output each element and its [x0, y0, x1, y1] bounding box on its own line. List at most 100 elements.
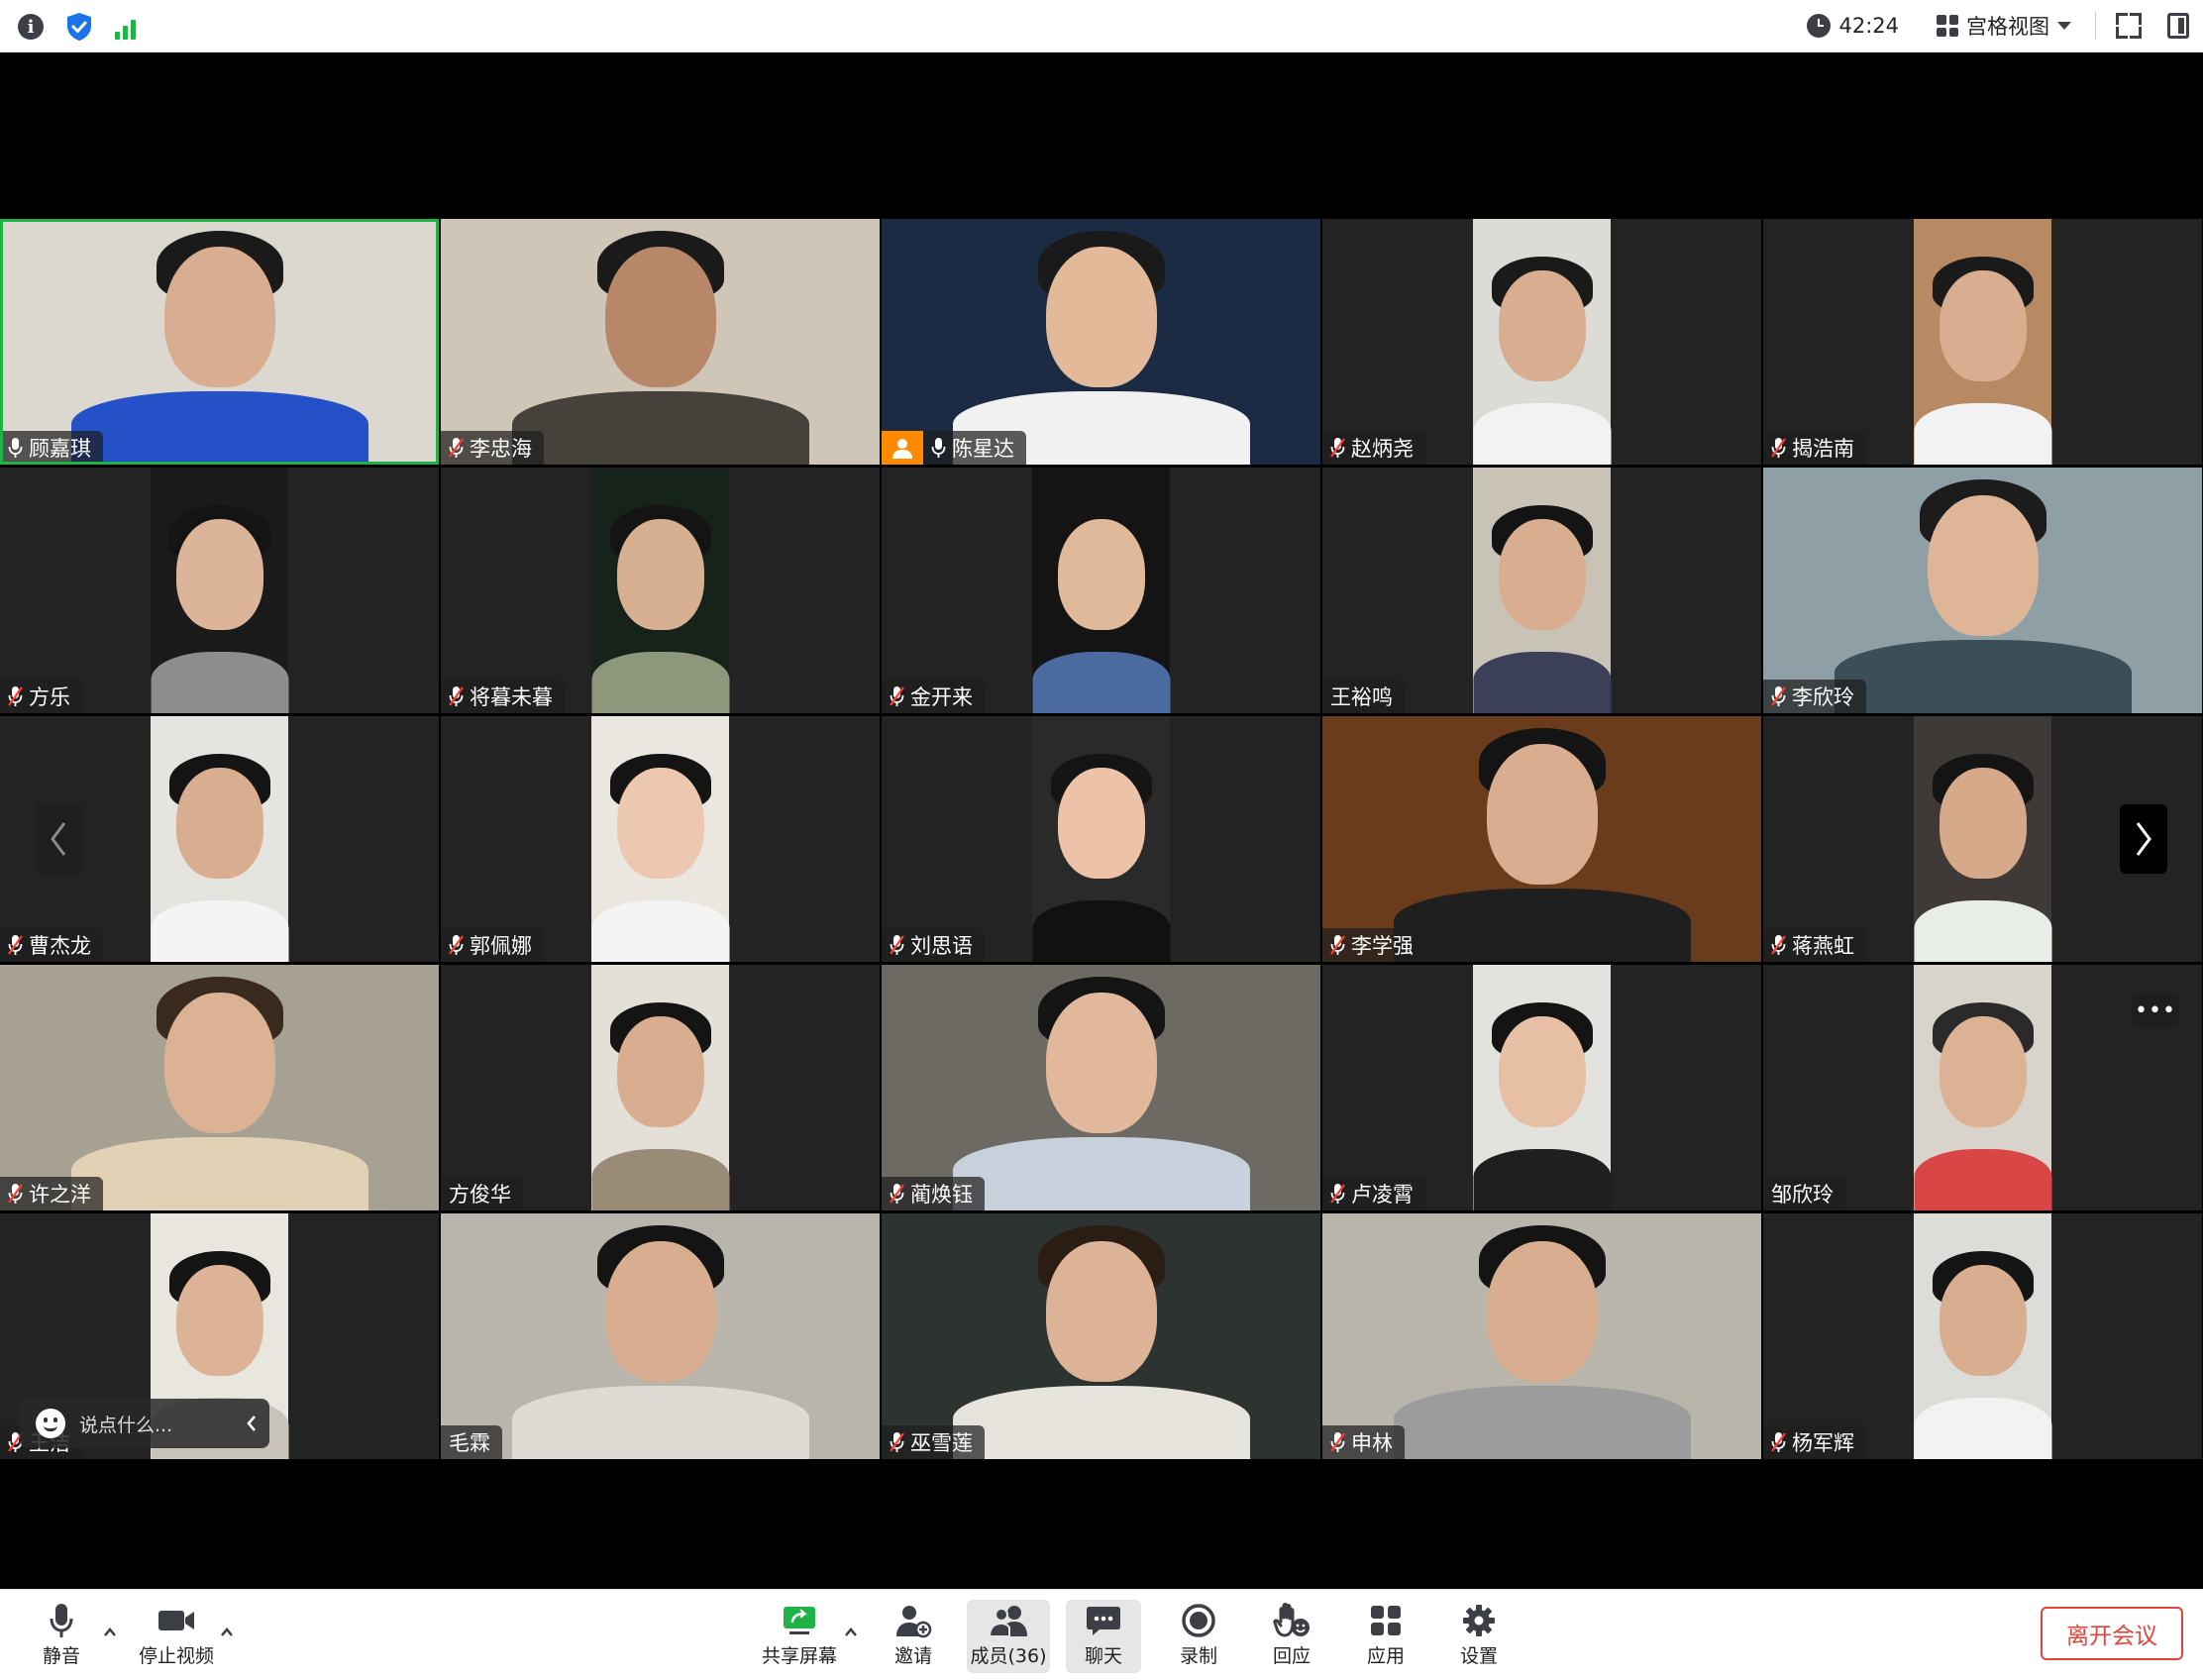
video-grid: 顾嘉琪 李忠海 陈星达 赵炳尧 揭浩南 方乐 将暮未暮 金开来 王裕鸣 李欣玲 曹杰龙 郭佩娜 刘思语 李…: [0, 219, 2203, 1460]
invite-button[interactable]: 邀请: [884, 1600, 943, 1673]
quick-chat-bar[interactable]: 说点什么...: [20, 1399, 269, 1448]
members-button[interactable]: 成员(36): [967, 1600, 1050, 1673]
participant-tile[interactable]: 陈星达: [882, 219, 1320, 465]
security-shield-icon[interactable]: [65, 12, 93, 42]
mic-muted-icon: [449, 685, 464, 707]
participant-face: [1498, 270, 1586, 381]
participant-tile[interactable]: 金开来: [882, 468, 1320, 713]
participant-tile[interactable]: 许之洋: [0, 965, 439, 1210]
participant-video: [882, 219, 1320, 465]
leave-meeting-button[interactable]: 离开会议: [2041, 1607, 2183, 1660]
participant-face: [616, 519, 704, 630]
participant-video: [1914, 965, 2051, 1210]
participant-tile[interactable]: 李忠海: [441, 219, 880, 465]
participant-tile[interactable]: 顾嘉琪: [0, 219, 439, 465]
reactions-button[interactable]: 回应: [1266, 1600, 1317, 1673]
mute-button[interactable]: 静音: [34, 1600, 89, 1673]
participant-name-tag: 杨军辉: [1763, 1425, 1866, 1459]
info-icon[interactable]: i: [18, 14, 44, 40]
stop-video-label: 停止视频: [138, 1645, 214, 1667]
participant-body: [1473, 403, 1611, 465]
participant-video: [1473, 965, 1611, 1210]
view-mode-selector[interactable]: 宫格视图: [1966, 11, 2049, 41]
participant-tile[interactable]: 申林: [1322, 1213, 1761, 1459]
side-panel-icon[interactable]: [2167, 13, 2189, 39]
participant-tile[interactable]: 方乐: [0, 468, 439, 713]
participant-body: [70, 1137, 368, 1210]
record-button[interactable]: 录制: [1173, 1600, 1224, 1673]
participant-name-tag: 许之洋: [0, 1177, 103, 1210]
network-signal-icon[interactable]: [115, 14, 143, 40]
share-options-caret-icon[interactable]: [844, 1626, 858, 1639]
participant-name: 赵炳尧: [1351, 437, 1414, 461]
participant-face: [175, 1265, 263, 1376]
previous-page-button[interactable]: [35, 804, 82, 874]
apps-button[interactable]: 应用: [1361, 1600, 1411, 1673]
participant-name: 蒋燕虹: [1792, 934, 1854, 958]
participant-tile[interactable]: 王裕鸣: [1322, 468, 1761, 713]
record-icon: [1182, 1604, 1215, 1637]
fullscreen-icon[interactable]: [2116, 13, 2142, 39]
participant-name: 李欣玲: [1792, 685, 1854, 709]
chat-button[interactable]: 聊天: [1066, 1600, 1141, 1673]
participant-video: [1322, 1213, 1761, 1459]
participant-name-tag: 毛霖: [441, 1425, 502, 1459]
tile-more-options-button[interactable]: •••: [2132, 993, 2179, 1028]
participant-name-tag: 李欣玲: [1763, 680, 1866, 713]
participant-name: 顾嘉琪: [29, 437, 91, 461]
mute-label: 静音: [42, 1645, 80, 1667]
participant-video: [151, 468, 288, 713]
participant-face: [1939, 1016, 2027, 1127]
chevron-left-icon: [51, 822, 66, 856]
participant-name: 李忠海: [470, 437, 532, 461]
participant-tile[interactable]: 蔺焕钰: [882, 965, 1320, 1210]
participant-tile[interactable]: 杨军辉: [1763, 1213, 2202, 1459]
participant-tile[interactable]: 李学强: [1322, 716, 1761, 962]
participants-icon: [988, 1606, 1027, 1637]
participant-tile[interactable]: 郭佩娜: [441, 716, 880, 962]
stop-video-button[interactable]: 停止视频: [133, 1600, 220, 1673]
settings-button[interactable]: 设置: [1454, 1600, 1504, 1673]
participant-body: [591, 1149, 729, 1210]
participant-body: [511, 391, 809, 465]
participant-face: [604, 1241, 716, 1382]
participant-tile[interactable]: 卢凌霄: [1322, 965, 1761, 1210]
participant-body: [1834, 640, 2132, 713]
next-page-button[interactable]: [2120, 804, 2167, 874]
participant-face: [163, 247, 275, 387]
participant-face: [175, 768, 263, 879]
microphone-icon: [50, 1604, 73, 1637]
quick-chat-input[interactable]: 说点什么...: [79, 1411, 234, 1437]
chevron-down-icon[interactable]: [2057, 22, 2071, 30]
participant-video: [441, 219, 880, 465]
mic-muted-icon: [1771, 437, 1786, 459]
chevron-left-icon: [247, 1416, 256, 1431]
reactions-label: 回应: [1272, 1645, 1311, 1667]
participant-video: [591, 716, 729, 962]
participant-tile[interactable]: 毛霖: [441, 1213, 880, 1459]
participant-tile[interactable]: 刘思语: [882, 716, 1320, 962]
mic-muted-icon: [8, 1183, 23, 1205]
emoji-icon[interactable]: [36, 1409, 65, 1438]
participant-name: 金开来: [910, 685, 973, 709]
microphone-icon: [931, 437, 946, 459]
participant-tile[interactable]: 揭浩南: [1763, 219, 2202, 465]
participant-body: [1473, 652, 1611, 713]
participant-body: [591, 652, 729, 713]
participant-tile[interactable]: 将暮未暮: [441, 468, 880, 713]
chat-bubble-icon: [1087, 1607, 1120, 1635]
participant-tile[interactable]: 巫雪莲: [882, 1213, 1320, 1459]
audio-options-caret-icon[interactable]: [103, 1626, 117, 1639]
participant-tile[interactable]: 李欣玲: [1763, 468, 2202, 713]
share-screen-button[interactable]: 共享屏幕: [757, 1600, 842, 1673]
participant-video: [882, 965, 1320, 1210]
collapse-chat-button[interactable]: [234, 1399, 269, 1448]
participant-video: [151, 716, 288, 962]
apps-label: 应用: [1366, 1645, 1405, 1667]
mic-muted-icon: [1330, 437, 1345, 459]
video-options-caret-icon[interactable]: [220, 1626, 234, 1639]
participant-tile[interactable]: 赵炳尧: [1322, 219, 1761, 465]
grid-view-icon[interactable]: [1937, 15, 1958, 37]
mic-muted-icon: [890, 1431, 904, 1453]
participant-tile[interactable]: 方俊华: [441, 965, 880, 1210]
